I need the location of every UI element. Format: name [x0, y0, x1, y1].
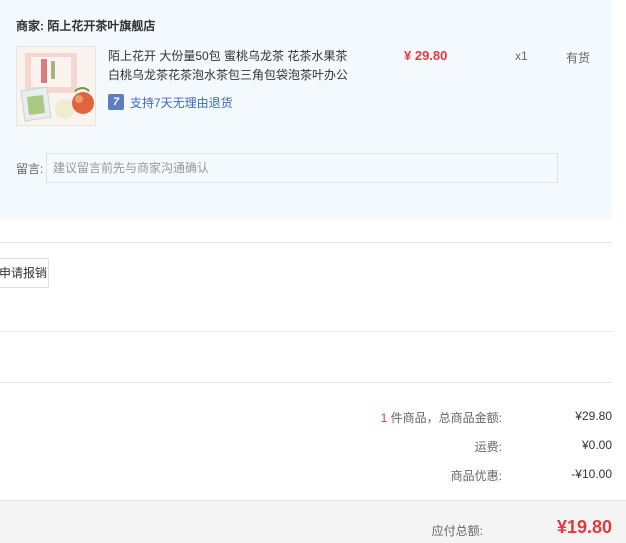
discount-label: 商品优惠:: [450, 469, 502, 483]
shop-label: 商家:: [16, 19, 44, 33]
total-bar: [0, 500, 626, 543]
shop-name[interactable]: 陌上花开茶叶旗舰店: [47, 19, 155, 33]
return-policy-icon: 7: [108, 94, 124, 110]
product-thumbnail[interactable]: [16, 46, 96, 126]
product-title[interactable]: 陌上花开 大份量50包 蜜桃乌龙茶 花茶水果茶白桃乌龙茶花茶泡水茶包三角包袋泡茶…: [108, 47, 358, 85]
message-label: 留言:: [16, 162, 44, 176]
summary-goods-label: 1 件商品，总商品金额:: [381, 409, 502, 426]
invoice-button[interactable]: 申请报销: [0, 258, 49, 288]
return-policy: 7 支持7天无理由退货: [108, 93, 233, 111]
shipping-label: 运费:: [474, 440, 502, 454]
goods-total-value: ¥29.80: [575, 409, 612, 423]
shipping-value: ¥0.00: [581, 438, 612, 452]
tea-package-image: [17, 47, 95, 125]
item-count-suffix: 件商品，总商品金额:: [387, 411, 502, 425]
discount-value: -¥10.00: [571, 467, 612, 481]
summary-goods-row: 1 件商品，总商品金额: ¥29.80: [292, 409, 612, 426]
product-price: ¥ 29.80: [404, 48, 448, 63]
divider: [0, 242, 612, 243]
product-quantity: x1: [515, 49, 528, 63]
total-label: 应付总额:: [431, 524, 483, 538]
total-value: ¥19.80: [556, 517, 612, 537]
divider: [0, 382, 612, 383]
shop-header: 商家: 陌上花开茶叶旗舰店: [16, 17, 155, 34]
return-policy-text[interactable]: 支持7天无理由退货: [130, 94, 233, 111]
message-input[interactable]: [46, 153, 558, 183]
summary-shipping-row: 运费: ¥0.00: [292, 438, 612, 455]
stock-status: 有货: [566, 51, 591, 65]
divider: [0, 331, 612, 332]
summary-discount-row: 商品优惠: -¥10.00: [292, 467, 612, 484]
